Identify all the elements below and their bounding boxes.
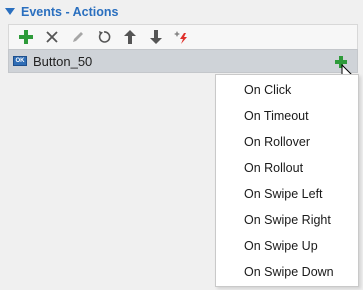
event-dropdown-menu: On Click On Timeout On Rollover On Rollo…	[215, 74, 359, 287]
sparkle-bolt-icon[interactable]	[169, 26, 195, 48]
plus-icon[interactable]	[13, 26, 39, 48]
event-row-label: Button_50	[33, 53, 93, 69]
menu-item-on-click[interactable]: On Click	[216, 77, 358, 103]
button-type-icon: OK	[13, 56, 27, 66]
panel-header[interactable]: Events - Actions	[0, 0, 363, 24]
triangle-down-icon[interactable]	[5, 6, 19, 18]
button-type-badge: OK	[15, 58, 25, 64]
panel-title: Events - Actions	[21, 5, 119, 19]
toolbar	[8, 24, 358, 49]
menu-item-on-swipe-left[interactable]: On Swipe Left	[216, 181, 358, 207]
undo-icon[interactable]	[91, 26, 117, 48]
menu-item-on-swipe-up[interactable]: On Swipe Up	[216, 233, 358, 259]
menu-item-on-swipe-down[interactable]: On Swipe Down	[216, 259, 358, 285]
menu-item-on-swipe-right[interactable]: On Swipe Right	[216, 207, 358, 233]
menu-item-on-rollover[interactable]: On Rollover	[216, 129, 358, 155]
menu-item-on-timeout[interactable]: On Timeout	[216, 103, 358, 129]
menu-item-on-rollout[interactable]: On Rollout	[216, 155, 358, 181]
arrow-up-icon[interactable]	[117, 26, 143, 48]
close-icon[interactable]	[39, 26, 65, 48]
pencil-icon[interactable]	[65, 26, 91, 48]
arrow-down-icon[interactable]	[143, 26, 169, 48]
event-row-button-50[interactable]: OK Button_50	[8, 49, 358, 73]
